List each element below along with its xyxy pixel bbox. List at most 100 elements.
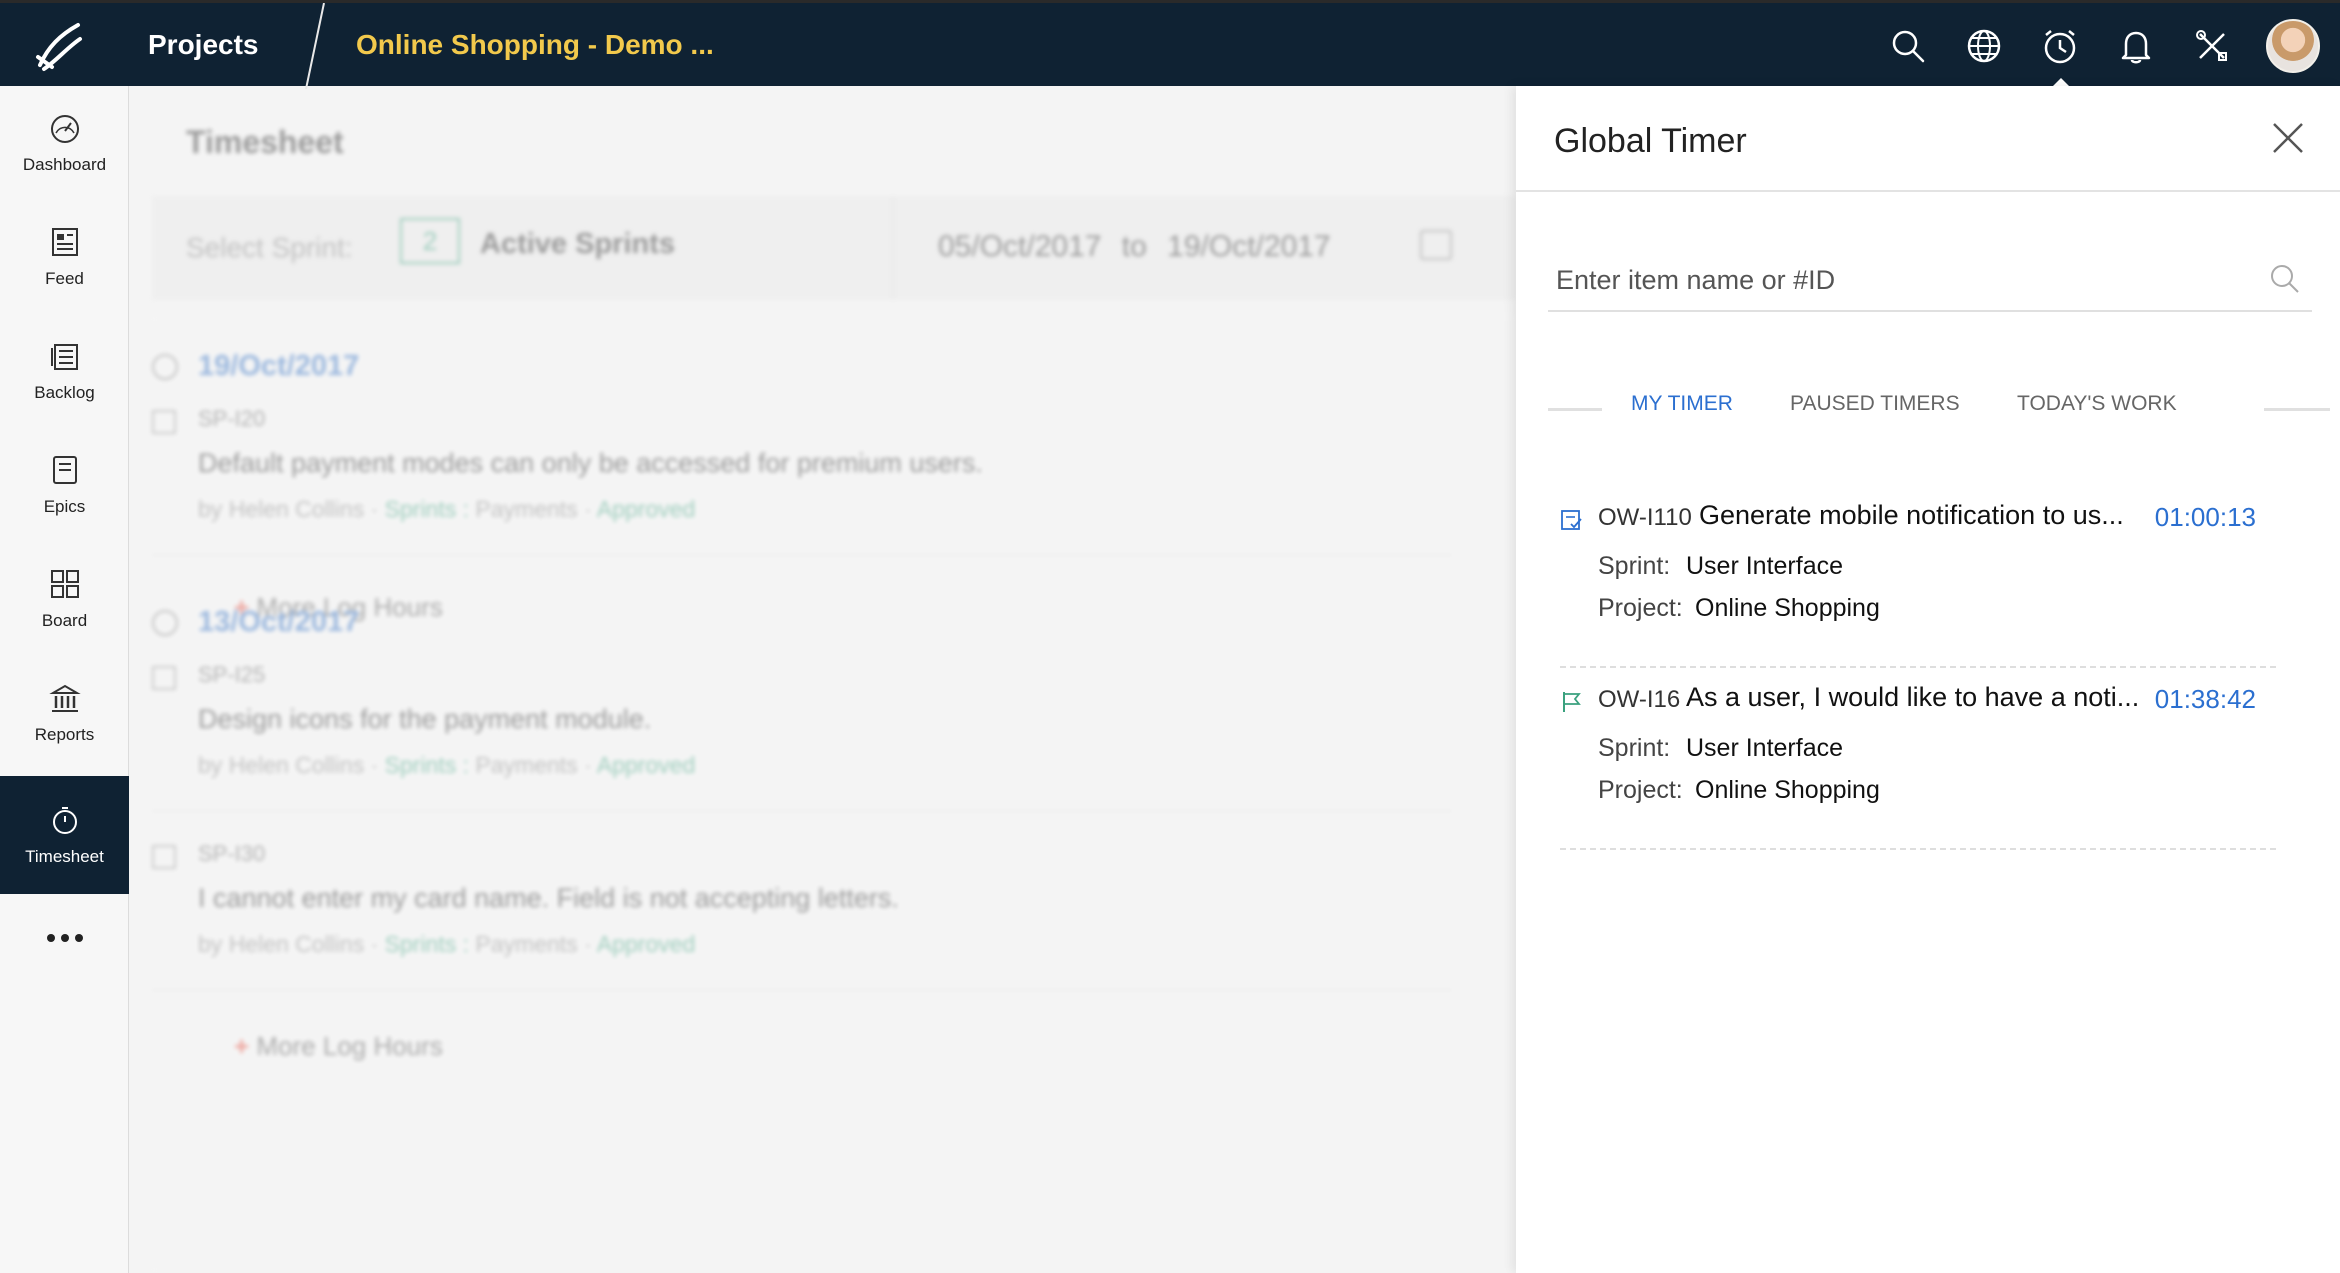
entry-title[interactable]: As a user, I would like to have a noti..… [1686, 682, 2139, 713]
item-id: SP-I20 [198, 406, 266, 431]
sidebar-item-board[interactable]: Board [0, 542, 129, 656]
collapse-circle-icon [152, 610, 178, 636]
day-date: 13/Oct/2017 [198, 606, 360, 638]
entry-id: OW-I110 [1598, 504, 1692, 531]
tab-todays-work[interactable]: TODAY'S WORK [2017, 392, 2177, 416]
date-range[interactable]: 05/Oct/2017 to 19/Oct/2017 [938, 230, 1331, 264]
row-checkbox[interactable] [152, 845, 176, 869]
sidebar-item-dashboard[interactable]: Dashboard [0, 86, 129, 200]
entry-time[interactable]: 01:38:42 [2155, 684, 2256, 715]
row-checkbox[interactable] [152, 666, 176, 690]
globe-icon[interactable] [1946, 17, 2022, 75]
item-meta: by Helen Collins · Sprints : Payments · … [198, 752, 696, 778]
select-sprint-label: Select Sprint: [186, 232, 353, 263]
sidebar-item-label: Feed [45, 269, 84, 288]
sprint-label: Sprint: [1598, 734, 1671, 762]
projects-title[interactable]: Projects [148, 29, 259, 61]
day-header[interactable]: 13/Oct/2017 [152, 606, 359, 639]
user-avatar[interactable] [2266, 19, 2320, 73]
day-date: 19/Oct/2017 [198, 350, 360, 382]
timer-entry[interactable]: OW-I16 As a user, I would like to have a… [1560, 668, 2276, 850]
sidebar-item-label: Board [41, 611, 88, 630]
tab-line-left [1548, 408, 1602, 411]
global-timer-panel: Global Timer MY TIMER PAUSED TIMERS TODA… [1516, 86, 2340, 1273]
app-logo-icon[interactable] [30, 17, 90, 77]
timer-search [1548, 252, 2312, 312]
status-badge: Approved [596, 752, 696, 778]
date-to: 19/Oct/2017 [1167, 230, 1331, 263]
sprints-label: Sprints : [384, 496, 470, 522]
item-user: Helen Collins [228, 752, 365, 778]
item-id: SP-I25 [198, 662, 266, 687]
active-sprints-dropdown[interactable]: Active Sprints [480, 228, 675, 261]
sidebar-item-feed[interactable]: Feed [0, 200, 129, 314]
reports-icon [48, 684, 81, 712]
breadcrumb-project[interactable]: Online Shopping - Demo ... [356, 29, 714, 61]
task-icon [1561, 510, 1582, 530]
top-bar: Projects Online Shopping - Demo ... [0, 0, 2340, 89]
date-to-word: to [1121, 230, 1147, 263]
timesheet-main: Timesheet Select Sprint: 2 Active Sprint… [130, 86, 1516, 1273]
tab-paused-timers[interactable]: PAUSED TIMERS [1790, 392, 1960, 416]
list-item[interactable]: SP-I20 Default payment modes can only be… [152, 396, 1452, 556]
sidebar-item-backlog[interactable]: Backlog [0, 314, 129, 428]
item-user: Helen Collins [228, 931, 365, 957]
calendar-icon[interactable] [1420, 230, 1452, 260]
row-checkbox[interactable] [152, 410, 176, 434]
day-header[interactable]: 19/Oct/2017 [152, 350, 359, 383]
more-icon[interactable] [0, 918, 129, 958]
status-badge: Approved [596, 496, 696, 522]
item-title: Default payment modes can only be access… [198, 448, 983, 478]
sidebar-item-label: Reports [34, 725, 95, 744]
sidebar-item-label: Epics [43, 497, 86, 516]
sprint-label: Sprint: [1598, 552, 1671, 580]
timesheet-list: 19/Oct/2017 SP-I20 Default payment modes… [152, 316, 1516, 1273]
sidebar-item-epics[interactable]: Epics [0, 428, 129, 542]
item-sprint: Payments [475, 496, 578, 522]
bell-icon[interactable] [2098, 17, 2174, 75]
entry-sprint: User Interface [1686, 552, 1844, 580]
date-from: 05/Oct/2017 [938, 230, 1102, 263]
item-title: Design icons for the payment module. [198, 704, 652, 734]
search-icon[interactable] [1870, 17, 1946, 75]
list-item[interactable]: SP-I30 I cannot enter my card name. Fiel… [152, 831, 1452, 991]
top-icons [1870, 17, 2320, 89]
item-meta: by Helen Collins · Sprints : Payments · … [198, 931, 696, 957]
epics-icon [52, 456, 77, 484]
item-meta: by Helen Collins · Sprints : Payments · … [198, 496, 696, 522]
by-label: by [198, 931, 223, 957]
sidebar-item-reports[interactable]: Reports [0, 656, 129, 770]
board-icon [50, 570, 79, 598]
sidebar-item-timesheet[interactable]: Timesheet [0, 776, 129, 894]
entry-sprint: User Interface [1686, 734, 1844, 762]
tab-my-timer[interactable]: MY TIMER [1631, 392, 1733, 416]
timer-icon[interactable] [2022, 17, 2098, 89]
backlog-icon [50, 344, 78, 370]
tab-line-right [2264, 408, 2330, 411]
divider [892, 196, 894, 300]
item-id: SP-I30 [198, 841, 266, 866]
timer-entry[interactable]: OW-I110 Generate mobile notification to … [1560, 486, 2276, 668]
sprints-label: Sprints : [384, 931, 470, 957]
item-user: Helen Collins [228, 496, 365, 522]
project-label: Project: [1598, 594, 1683, 622]
sidebar-item-label: Timesheet [25, 847, 104, 866]
breadcrumb-separator [305, 3, 325, 89]
panel-title: Global Timer [1554, 122, 1747, 160]
sidebar-item-label: Backlog [34, 383, 95, 402]
entry-time[interactable]: 01:00:13 [2155, 502, 2256, 533]
sidebar-item-label: Dashboard [22, 155, 107, 174]
entry-title[interactable]: Generate mobile notification to us... [1699, 500, 2124, 531]
by-label: by [198, 496, 223, 522]
search-icon[interactable] [2268, 262, 2302, 296]
page-title: Timesheet [186, 124, 344, 160]
tools-icon[interactable] [2174, 17, 2250, 75]
more-log-hours-link[interactable]: + More Log Hours [234, 1031, 443, 1062]
sidebar: Dashboard Feed Backlog Epics Board Repor… [0, 86, 129, 1273]
entry-project: Online Shopping [1695, 776, 1880, 804]
sprint-filter-bar: Select Sprint: 2 Active Sprints 05/Oct/2… [152, 196, 1516, 300]
close-icon[interactable] [2266, 116, 2310, 160]
list-item[interactable]: SP-I25 Design icons for the payment modu… [152, 652, 1452, 812]
search-input[interactable] [1556, 258, 2246, 302]
panel-header: Global Timer [1516, 86, 2340, 192]
